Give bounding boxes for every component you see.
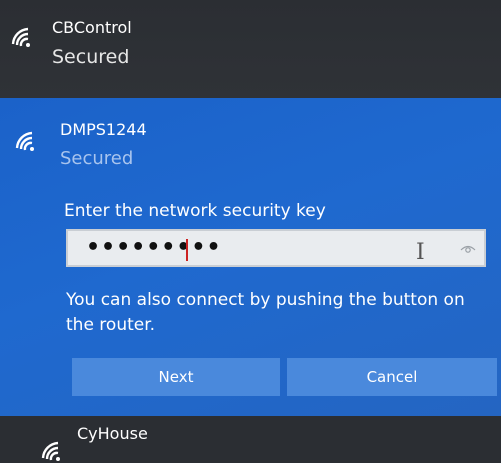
wifi-network-panel: CBControl Secured DMPS1244 Secured Enter… [0,0,501,463]
security-key-value: ••••••••• [86,235,222,260]
security-key-label: Enter the network security key [64,201,326,221]
network-name: CyHouse [77,424,148,443]
network-status: Secured [60,148,134,169]
cancel-button[interactable]: Cancel [287,358,497,396]
network-item-cbcontrol[interactable]: CBControl Secured [0,0,501,98]
network-item-dmps1244[interactable]: DMPS1244 Secured Enter the network secur… [0,98,501,416]
network-name: CBControl [52,18,132,37]
text-cursor-icon: I [416,240,425,265]
text-caret [186,239,188,261]
network-status: Secured [52,46,130,68]
wps-hint-text: You can also connect by pushing the butt… [66,290,465,335]
next-button[interactable]: Next [72,358,280,396]
network-name: DMPS1244 [60,120,147,139]
wifi-icon [41,441,60,461]
security-key-input[interactable]: ••••••••• I [66,229,486,267]
eye-icon[interactable] [460,241,476,257]
network-item-cyhouse[interactable]: CyHouse [0,416,501,463]
wifi-icon [11,27,30,47]
wifi-icon [15,131,34,151]
